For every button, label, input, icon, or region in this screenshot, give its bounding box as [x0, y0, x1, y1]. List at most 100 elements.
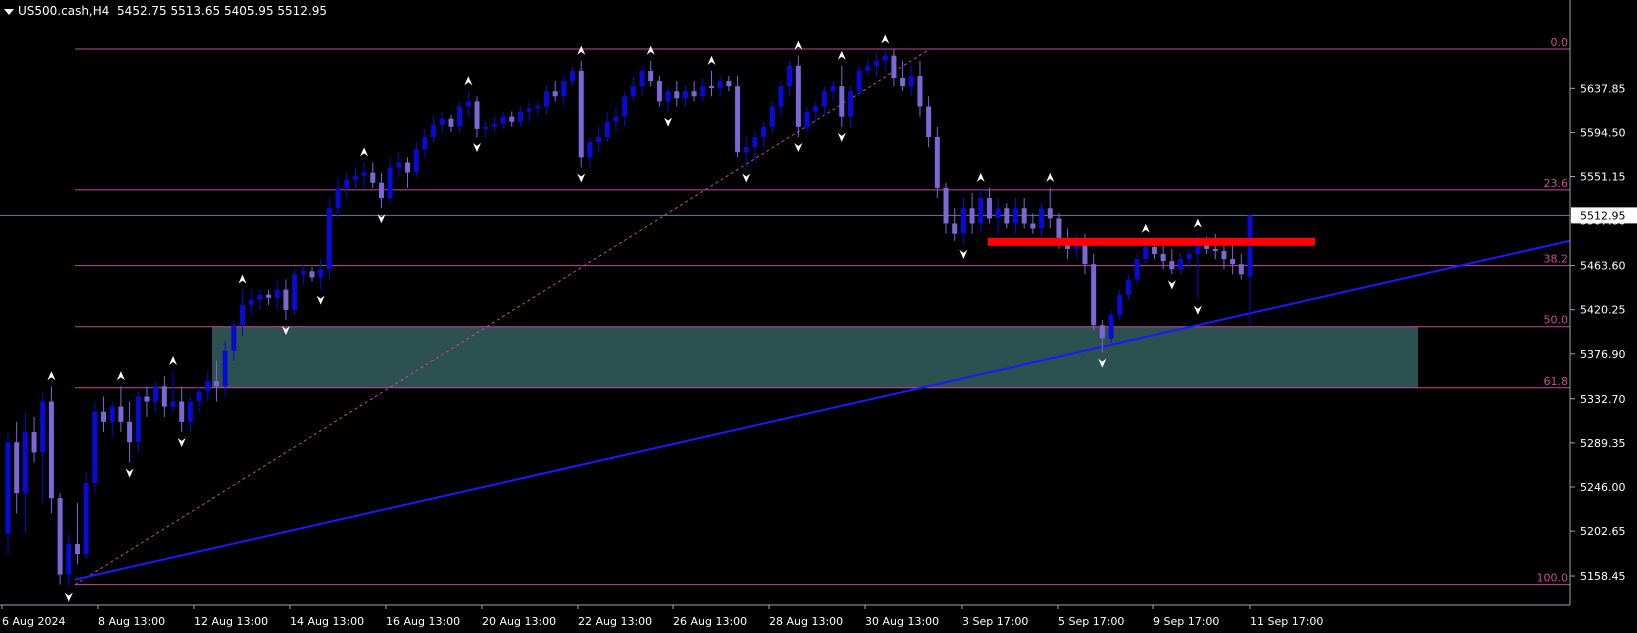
candle-body	[144, 396, 150, 402]
candle-body	[248, 299, 254, 305]
candle-body	[526, 108, 532, 112]
fractal-up-icon	[577, 45, 586, 55]
resistance-group[interactable]	[988, 237, 1315, 246]
candle-body	[387, 167, 393, 199]
candle-body	[639, 70, 645, 87]
x-tick-label: 12 Aug 13:00	[194, 615, 268, 628]
fractal-down-icon	[473, 143, 482, 152]
candle-body	[1143, 246, 1149, 260]
trendline-group[interactable]	[74, 239, 1571, 581]
candle-body	[752, 137, 758, 148]
fib-diagonal-line	[74, 48, 931, 586]
candle-body	[352, 175, 358, 180]
fractal-down-icon	[794, 143, 803, 152]
fractal-down-icon	[742, 173, 751, 183]
candle-body	[1212, 248, 1218, 251]
candle-body	[787, 65, 793, 87]
candle-body	[1160, 254, 1166, 262]
candle-body	[5, 442, 11, 534]
resistance-line	[988, 237, 1315, 246]
candle-body	[187, 401, 193, 422]
candle-body	[1056, 218, 1062, 239]
candle-body	[309, 271, 315, 278]
fractal-down-icon	[664, 117, 673, 127]
y-tick-label: 5637.85	[1580, 82, 1626, 95]
candle-body	[231, 325, 237, 351]
fractal-up-icon	[881, 34, 890, 44]
candle-body	[127, 421, 133, 443]
fractal-up-icon	[1141, 223, 1150, 233]
candle-body	[213, 381, 219, 387]
fib-label-4: 61.8	[1544, 375, 1569, 388]
price-chart[interactable]: 0.0 23.6 38.2 50.0 61.8 100.0 5637.85 5594.50 5…	[0, 0, 1637, 633]
y-tick-label: 5332.70	[1580, 393, 1626, 406]
candle-body	[31, 432, 37, 453]
candle-body	[509, 116, 515, 122]
candle-body	[691, 91, 697, 97]
candle-body	[700, 86, 706, 97]
candle-body	[830, 86, 836, 92]
candle-body	[1230, 259, 1236, 265]
x-tick-label: 16 Aug 13:00	[386, 615, 460, 628]
current-price-badge-label: 5512.95	[1580, 209, 1626, 222]
candle-body	[735, 86, 741, 153]
x-tick-label: 6 Aug 2024	[2, 615, 65, 628]
candle-body	[900, 77, 906, 87]
y-tick-label: 5289.35	[1580, 437, 1626, 450]
candle-body	[604, 121, 610, 137]
candle-body	[101, 411, 107, 422]
fractal-down-icon	[1193, 305, 1202, 315]
fractal-up-icon	[169, 356, 178, 365]
candle-body	[561, 81, 567, 97]
candle-body	[656, 81, 662, 102]
candle-body	[83, 482, 89, 555]
fractal-down-icon	[959, 249, 968, 259]
candle-body	[413, 149, 419, 173]
candle-body	[839, 86, 845, 117]
candle-body	[1039, 208, 1045, 229]
candle-body	[1186, 254, 1192, 260]
candle-body	[74, 543, 80, 555]
candle-body	[378, 182, 384, 199]
candle-body	[14, 442, 20, 494]
fib-label-0: 0.0	[1551, 36, 1569, 49]
candle-body	[1238, 264, 1244, 275]
x-tick-label: 8 Aug 13:00	[98, 615, 165, 628]
fractal-down-icon	[125, 468, 134, 478]
candle-body	[535, 106, 541, 109]
candle-body	[665, 91, 671, 102]
candle-body	[222, 350, 228, 387]
candle-body	[240, 304, 246, 326]
candle-body	[292, 274, 298, 310]
candle-body	[266, 294, 272, 298]
candle-body	[986, 198, 992, 219]
candle-body	[474, 101, 480, 129]
candle-body	[370, 172, 376, 183]
candle-body	[1169, 261, 1175, 270]
candle-body	[552, 91, 558, 97]
candle-body	[926, 106, 932, 137]
y-tick-label: 5594.50	[1580, 126, 1626, 139]
candle-body	[1004, 208, 1010, 224]
candle-body	[274, 289, 280, 298]
fractal-up-icon	[837, 50, 846, 60]
candle-body	[465, 101, 471, 107]
candle-body	[804, 111, 810, 127]
candle-body	[891, 55, 897, 78]
y-tick-label: 5420.25	[1580, 304, 1626, 317]
candle-body	[726, 81, 732, 87]
candle-body	[1247, 215, 1253, 277]
candle-body	[570, 70, 576, 82]
fractal-up-icon	[238, 274, 247, 284]
candle-body	[587, 142, 593, 158]
fib-label-2: 38.2	[1544, 253, 1569, 266]
x-tick-label: 26 Aug 13:00	[673, 615, 747, 628]
candle-body	[40, 401, 46, 453]
candle-body	[674, 91, 680, 99]
axes: 5637.855594.505551.155507.805463.605420.…	[0, 0, 1637, 628]
candle-body	[109, 406, 115, 422]
candle-body	[118, 406, 124, 422]
fractal-up-icon	[360, 147, 369, 157]
candle-body	[1221, 250, 1227, 260]
fractal-up-icon	[1193, 218, 1202, 228]
